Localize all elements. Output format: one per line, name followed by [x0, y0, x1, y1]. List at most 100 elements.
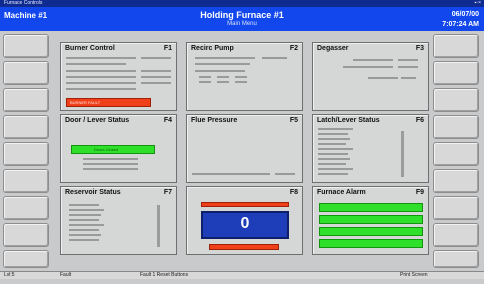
app-header: Machine #1 Holding Furnace #1 Main Menu …	[0, 7, 484, 31]
latch-item-line	[318, 138, 350, 140]
counter-alarm-bar	[201, 202, 289, 207]
page-subtitle: Main Menu	[227, 21, 257, 27]
panel-title: Furnace Alarm	[317, 189, 366, 196]
window-title: Furnace Controls	[4, 0, 43, 6]
burner-readout-value	[141, 57, 171, 59]
side-button-left-2[interactable]	[3, 61, 49, 85]
reservoir-item-line	[69, 214, 101, 216]
function-key: F5	[289, 117, 298, 124]
panel-title: Flue Pressure	[191, 117, 238, 124]
function-key: F3	[415, 45, 424, 52]
lever-readout-line	[83, 158, 138, 160]
panel-counter[interactable]: F8 0	[186, 186, 303, 255]
burner-readout-value	[141, 82, 171, 84]
latch-item-line	[318, 168, 353, 170]
degasser-readout-line	[343, 66, 393, 68]
burner-readout-value	[141, 76, 171, 78]
pump-readout-line	[195, 63, 250, 65]
panel-reservoir-status[interactable]: Reservoir Status F7	[60, 186, 177, 255]
side-button-left-5[interactable]	[3, 142, 49, 166]
lever-readout-line	[83, 168, 138, 170]
side-button-right-6[interactable]	[433, 169, 479, 193]
alarm-indicator	[319, 239, 423, 248]
panel-door-lever-status[interactable]: Door / Lever Status F4 Doors Closed	[60, 114, 177, 183]
degasser-readout-line	[353, 59, 393, 61]
reservoir-item-line	[69, 229, 99, 231]
flue-readout-line	[192, 173, 270, 175]
side-button-right-3[interactable]	[433, 88, 479, 112]
counter-status-bar	[209, 244, 279, 250]
latch-level-bar	[401, 131, 404, 177]
degasser-readout-line	[368, 77, 398, 79]
burner-readout-line	[66, 82, 136, 84]
time-display: 7:07:24 AM	[442, 21, 479, 28]
burner-readout-line	[66, 88, 136, 90]
burner-alarm-bar: BURNER FAULT	[66, 98, 151, 107]
status-print-screen[interactable]: Print Screen	[400, 272, 428, 279]
panel-title: Latch/Lever Status	[317, 117, 380, 124]
reservoir-item-line	[69, 219, 99, 221]
window-controls[interactable]: ▪▫×	[475, 0, 481, 7]
pump-indicator	[235, 76, 247, 78]
counter-display: 0	[201, 211, 289, 239]
side-button-left-3[interactable]	[3, 88, 49, 112]
latch-item-line	[318, 173, 348, 175]
panel-furnace-alarm[interactable]: Furnace Alarm F9	[312, 186, 429, 255]
function-key: F1	[163, 45, 172, 52]
date-display: 06/07/00	[451, 11, 479, 18]
pump-indicator	[235, 81, 247, 83]
side-button-left-9[interactable]	[3, 250, 49, 268]
panel-burner-control[interactable]: Burner Control F1 BURNER FAULT	[60, 42, 177, 111]
burner-readout-line	[66, 63, 126, 65]
side-button-right-5[interactable]	[433, 142, 479, 166]
pump-indicator	[199, 76, 211, 78]
function-key: F4	[163, 117, 172, 124]
side-button-right-8[interactable]	[433, 223, 479, 247]
panel-recirc-pump[interactable]: Recirc Pump F2	[186, 42, 303, 111]
reservoir-item-line	[69, 209, 104, 211]
reservoir-item-line	[69, 234, 101, 236]
panel-latch-lever-status[interactable]: Latch/Lever Status F6	[312, 114, 429, 183]
side-button-left-1[interactable]	[3, 34, 49, 58]
side-button-right-4[interactable]	[433, 115, 479, 139]
status-fault-reset[interactable]: Fault 1 Reset Buttons	[140, 272, 188, 279]
alarm-indicator	[319, 215, 423, 224]
side-button-right-1[interactable]	[433, 34, 479, 58]
reservoir-level-bar	[157, 205, 160, 247]
reservoir-item-line	[69, 224, 104, 226]
lever-readout-line	[83, 163, 138, 165]
side-button-left-7[interactable]	[3, 196, 49, 220]
pump-readout-line	[195, 70, 245, 72]
side-button-left-8[interactable]	[3, 223, 49, 247]
side-button-left-4[interactable]	[3, 115, 49, 139]
latch-item-line	[318, 148, 353, 150]
function-key: F6	[415, 117, 424, 124]
flue-readout-value	[275, 173, 295, 175]
reservoir-item-line	[69, 239, 99, 241]
burner-readout-value	[141, 70, 171, 72]
side-button-right-2[interactable]	[433, 61, 479, 85]
side-button-left-6[interactable]	[3, 169, 49, 193]
pump-readout-value	[262, 57, 287, 59]
alarm-indicator	[319, 203, 423, 212]
function-key: F2	[289, 45, 298, 52]
window-titlebar: Furnace Controls ▪▫×	[0, 0, 484, 7]
door-status-bar: Doors Closed	[71, 145, 155, 154]
degasser-readout-value	[401, 77, 416, 79]
pump-indicator	[217, 81, 229, 83]
latch-item-line	[318, 128, 353, 130]
alarm-indicator	[319, 227, 423, 236]
latch-item-line	[318, 158, 350, 160]
burner-readout-line	[66, 70, 136, 72]
reservoir-item-line	[69, 204, 99, 206]
function-key: F9	[415, 189, 424, 196]
panel-title: Recirc Pump	[191, 45, 234, 52]
panel-title: Burner Control	[65, 45, 115, 52]
panel-flue-pressure[interactable]: Flue Pressure F5	[186, 114, 303, 183]
side-button-right-9[interactable]	[433, 250, 479, 268]
latch-item-line	[318, 163, 346, 165]
panel-degasser[interactable]: Degasser F3	[312, 42, 429, 111]
side-button-right-7[interactable]	[433, 196, 479, 220]
degasser-readout-value	[398, 59, 418, 61]
function-key: F8	[289, 189, 298, 196]
